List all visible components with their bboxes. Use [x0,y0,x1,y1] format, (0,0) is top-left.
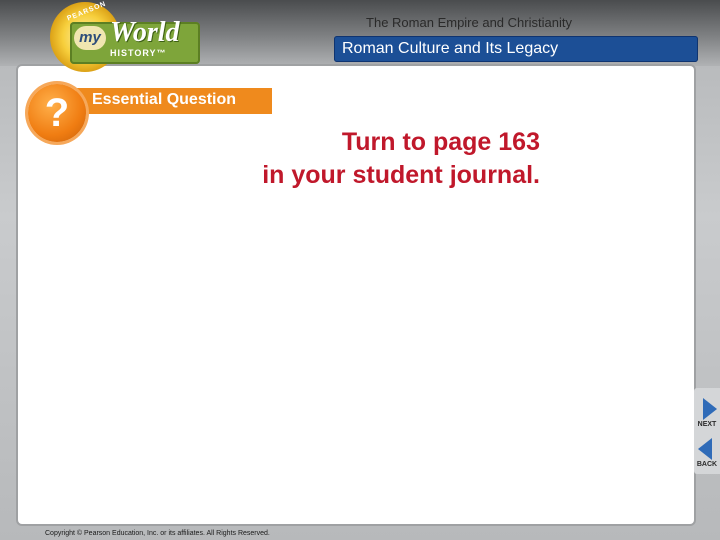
instruction-line-2: in your student journal. [262,161,540,189]
logo-my: my [74,26,106,50]
lesson-title: Roman Culture and Its Legacy [342,40,559,57]
next-label: NEXT [697,421,717,428]
slide-navigation: NEXT BACK [694,388,720,474]
copyright-footer: Copyright © Pearson Education, Inc. or i… [45,530,270,537]
back-label: BACK [696,461,718,468]
essential-question-banner: Essential Question [76,88,272,114]
essential-question-label: Essential Question [92,91,237,108]
instruction-line-1: Turn to page 163 [341,128,540,156]
myworld-history-logo: PEARSON my World HISTORY™ [42,0,202,72]
back-button[interactable]: BACK [694,432,720,472]
next-button[interactable]: NEXT [694,392,720,432]
question-mark-icon: ? [44,91,70,135]
instruction-text: Turn to page 163 in your student journal… [150,126,540,192]
next-arrow-icon [703,398,717,420]
lesson-title-bar: Roman Culture and Its Legacy [334,36,698,62]
logo-history: HISTORY™ [110,48,167,58]
logo-world: World [110,17,180,48]
back-arrow-icon [698,438,712,460]
chapter-title: The Roman Empire and Christianity [366,15,572,30]
